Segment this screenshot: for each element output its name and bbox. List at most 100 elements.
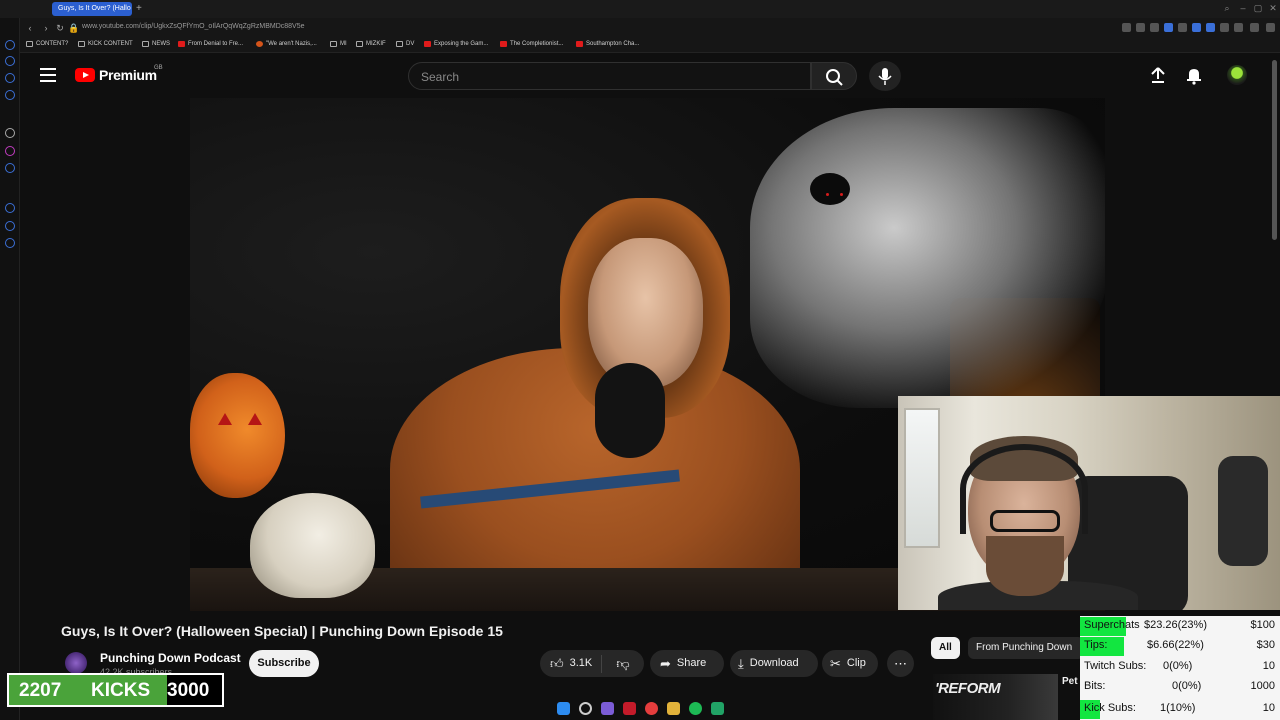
- logo-text: Premium: [99, 67, 157, 83]
- share-button[interactable]: ➦ Share: [650, 650, 724, 677]
- clip-button[interactable]: ✂ Clip: [822, 650, 878, 677]
- back-icon[interactable]: ‹: [24, 22, 36, 34]
- recommended-video-thumbnail[interactable]: 'REFORM: [933, 674, 1058, 720]
- extension-icon[interactable]: [1136, 23, 1145, 32]
- bookmark-folder[interactable]: MI: [330, 41, 347, 47]
- sidebar-app-icon[interactable]: [5, 221, 15, 231]
- download-icon: ⤓: [738, 656, 744, 671]
- bookmark-link[interactable]: Exposing the Gam...: [424, 41, 488, 47]
- bookmark-folder[interactable]: KICK CONTENT: [78, 41, 133, 47]
- download-button[interactable]: ⤓ Download: [730, 650, 818, 677]
- sidebar-app-icon[interactable]: [5, 163, 15, 173]
- goal-target: 10: [1262, 702, 1275, 714]
- video-skull-decoration: [250, 493, 375, 598]
- xbox-icon[interactable]: [711, 702, 724, 715]
- recommended-video-title[interactable]: Pet: [1062, 676, 1078, 687]
- extension-icon[interactable]: [1164, 23, 1173, 32]
- notifications-button[interactable]: [1184, 65, 1204, 85]
- chip-from-channel[interactable]: From Punching Down: [968, 637, 1084, 659]
- scissors-icon: ✂: [830, 656, 841, 671]
- search-tabs-icon[interactable]: ⌕: [1222, 3, 1232, 13]
- more-actions-button[interactable]: ⋯: [887, 650, 914, 677]
- browser-tab-active[interactable]: Guys, Is It Over? (Hallo: [52, 2, 132, 16]
- more-icon: ⋯: [894, 656, 907, 671]
- bookmark-link[interactable]: The Completionist...: [500, 41, 563, 47]
- menu-icon[interactable]: [1266, 23, 1275, 32]
- like-button[interactable]: 👍︎ 3.1K: [540, 654, 602, 673]
- windows-start-icon[interactable]: [557, 702, 570, 715]
- sidebar-app-icon[interactable]: [5, 146, 15, 156]
- chip-all[interactable]: All: [931, 637, 960, 659]
- address-bar: ‹ › ↻ 🔒 www.youtube.com/clip/UgkxZsQFfYm…: [20, 18, 1280, 38]
- sidebar-app-icon[interactable]: [5, 128, 15, 138]
- sidebar-app-icon[interactable]: [5, 40, 15, 50]
- goal-label: Superchats: [1084, 619, 1140, 631]
- bookmark-folder[interactable]: CONTENT?: [26, 41, 68, 47]
- url-field[interactable]: www.youtube.com/clip/UgkxZsQFfYmO_oIlArQ…: [82, 23, 305, 30]
- minimize-icon[interactable]: –: [1238, 3, 1248, 13]
- youtube-icon: [424, 41, 431, 47]
- sidebar-app-icon[interactable]: [5, 73, 15, 83]
- file-explorer-icon[interactable]: [667, 702, 680, 715]
- bookmark-folder[interactable]: DV: [396, 41, 414, 47]
- search-input[interactable]: Search: [408, 62, 811, 90]
- sidebar-app-icon[interactable]: [5, 203, 15, 213]
- download-manager-icon[interactable]: [1250, 23, 1259, 32]
- extension-icon[interactable]: [1206, 23, 1215, 32]
- subscribe-button[interactable]: Subscribe: [249, 650, 319, 677]
- new-tab-icon[interactable]: +: [136, 2, 148, 16]
- browser-sidebar: [0, 18, 20, 720]
- youtube-logo[interactable]: Premium: [75, 67, 157, 83]
- spider-eye: [840, 193, 843, 196]
- region-code: GB: [154, 65, 163, 71]
- goal-value: 0(0%): [1163, 660, 1193, 672]
- goal-row: Bits: 0(0%) 1000: [1080, 677, 1280, 697]
- goal-label: Kick Subs:: [1084, 702, 1136, 714]
- close-window-icon[interactable]: ✕: [1268, 3, 1278, 13]
- bookmark-label: Southampton Cha...: [586, 41, 640, 47]
- goal-value: $23.26(23%): [1144, 619, 1207, 631]
- search-button[interactable]: [811, 62, 857, 90]
- kicks-label: KICKS: [91, 680, 151, 701]
- youtube-header: Premium GB Search: [20, 53, 1280, 98]
- bookmark-folder[interactable]: NEWS: [142, 41, 170, 47]
- channel-name[interactable]: Punching Down Podcast: [100, 651, 241, 665]
- webcam-beard: [986, 536, 1064, 596]
- forward-icon[interactable]: ›: [40, 22, 52, 34]
- bookmark-folder[interactable]: MIZKIF: [356, 41, 386, 47]
- thumbs-up-icon: 👍︎: [550, 656, 564, 671]
- reload-icon[interactable]: ↻: [54, 22, 66, 34]
- bookmark-link[interactable]: From Denial to Fre...: [178, 41, 243, 47]
- heart-icon[interactable]: [1192, 23, 1201, 32]
- folder-icon: [78, 41, 85, 47]
- bookmark-label: MI: [340, 41, 347, 47]
- chrome-icon[interactable]: [645, 702, 658, 715]
- spotify-icon[interactable]: [689, 702, 702, 715]
- create-button[interactable]: [1148, 65, 1168, 85]
- account-avatar[interactable]: [1227, 65, 1247, 85]
- extension-icon[interactable]: [1150, 23, 1159, 32]
- bookmark-link[interactable]: "We aren't Nazis,...: [256, 41, 317, 47]
- bookmark-link[interactable]: Southampton Cha...: [576, 41, 639, 47]
- page-scrollbar[interactable]: [1272, 60, 1277, 240]
- voice-search-button[interactable]: [869, 61, 901, 91]
- site-icon: [256, 41, 263, 47]
- webcam-glasses: [990, 510, 1060, 532]
- extension-icon[interactable]: [1220, 23, 1229, 32]
- search-icon[interactable]: [579, 702, 592, 715]
- extension-icon[interactable]: [1234, 23, 1243, 32]
- extension-icon[interactable]: [1178, 23, 1187, 32]
- kicks-current-count: 2207: [19, 680, 62, 701]
- channel-avatar[interactable]: [65, 652, 87, 674]
- sidebar-app-icon[interactable]: [5, 56, 15, 66]
- zoom-icon[interactable]: [1122, 23, 1131, 32]
- sidebar-app-icon[interactable]: [5, 90, 15, 100]
- sidebar-app-icon[interactable]: [5, 238, 15, 248]
- discord-icon[interactable]: [601, 702, 614, 715]
- hamburger-menu-icon[interactable]: [40, 68, 56, 82]
- pumpkin-eye: [218, 413, 232, 425]
- browser-icon[interactable]: [623, 702, 636, 715]
- maximize-icon[interactable]: ▢: [1253, 3, 1263, 13]
- upload-icon: [1151, 67, 1165, 83]
- dislike-button[interactable]: 👎︎: [602, 650, 644, 677]
